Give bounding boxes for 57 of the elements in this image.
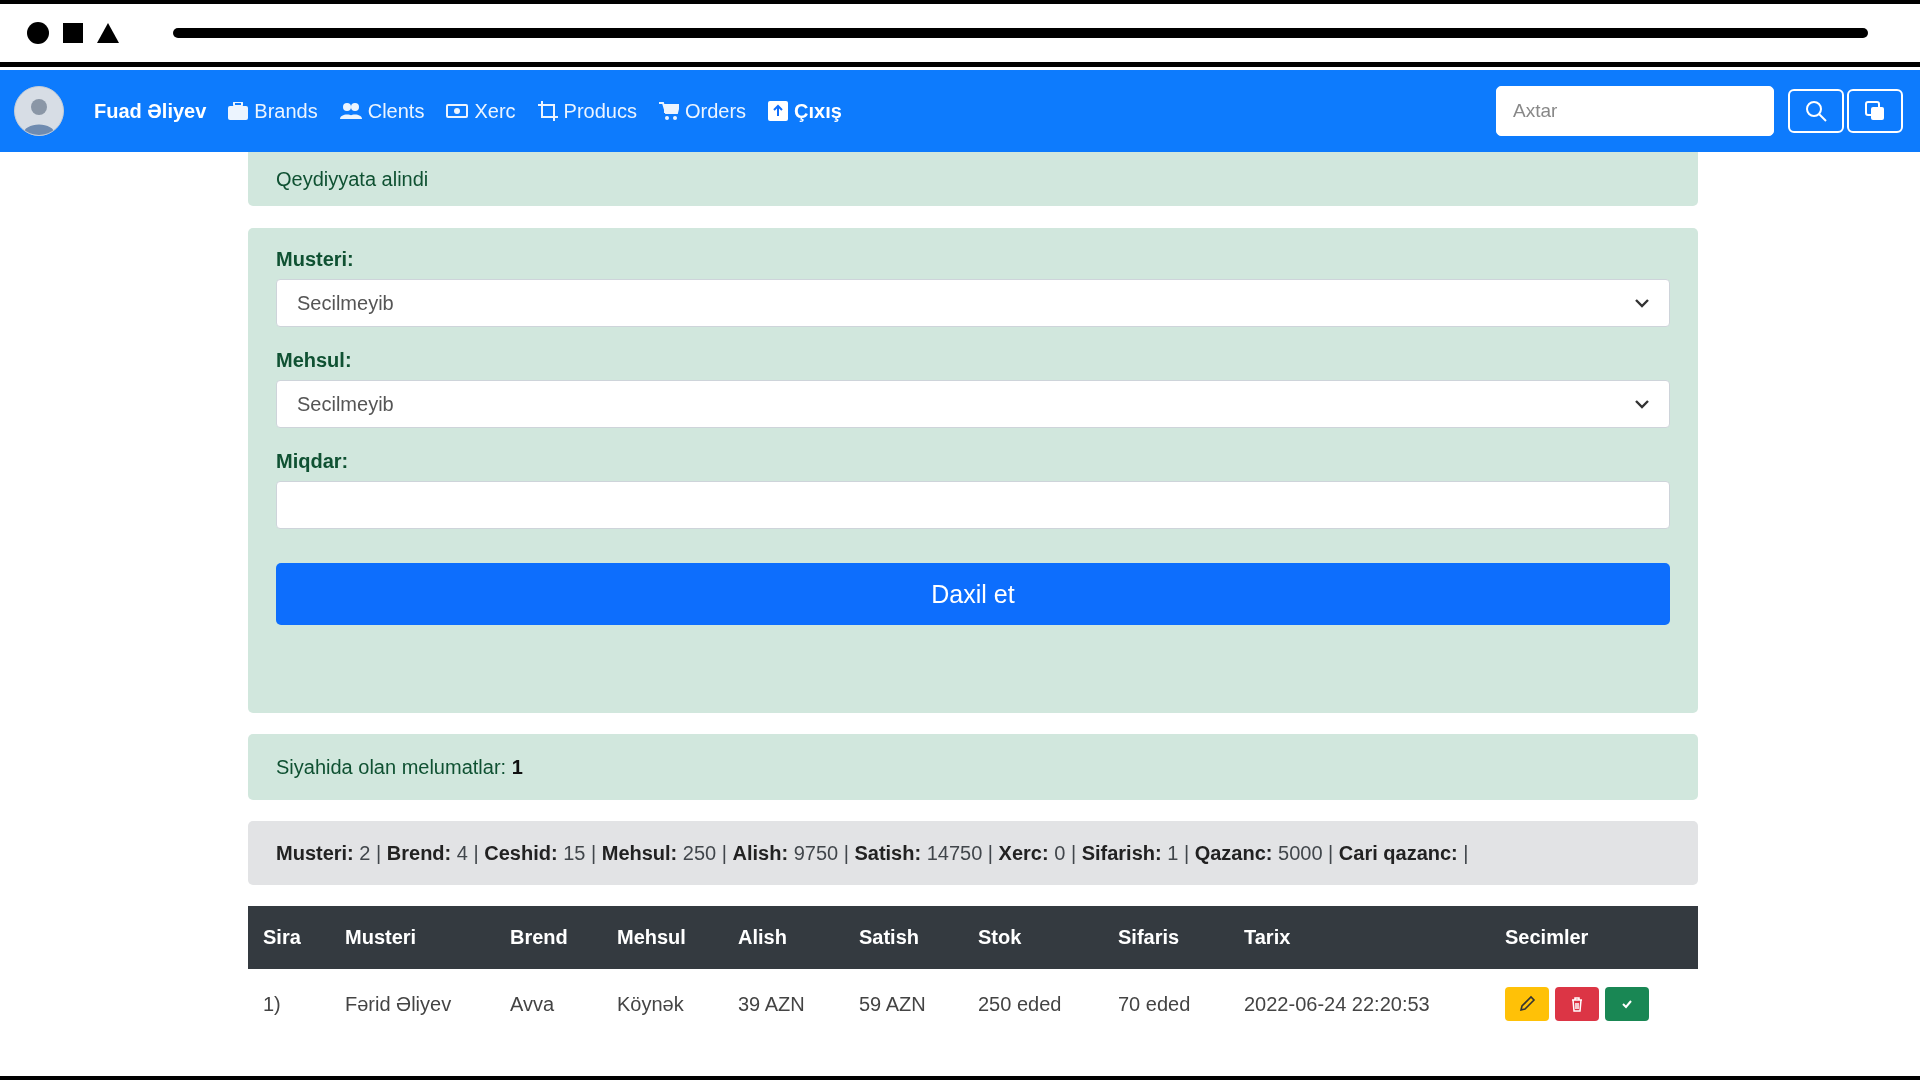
column-header: Satish bbox=[844, 906, 963, 969]
table-cell: 1) bbox=[248, 969, 330, 1039]
table-cell: Avva bbox=[495, 969, 602, 1039]
table-cell: 59 AZN bbox=[844, 969, 963, 1039]
search-button[interactable] bbox=[1788, 89, 1844, 133]
copy-icon bbox=[1864, 100, 1886, 122]
field-label: Miqdar: bbox=[276, 450, 350, 473]
field-label: Musteri: bbox=[276, 248, 355, 271]
upload-box-icon bbox=[768, 101, 789, 121]
field-label: Mehsul: bbox=[276, 349, 353, 372]
submit-button[interactable]: Daxil et bbox=[276, 563, 1670, 625]
select-field[interactable]: Secilmeyib bbox=[276, 279, 1670, 327]
copy-button[interactable] bbox=[1847, 89, 1903, 133]
table-cell: 2022-06-24 22:20:53 bbox=[1229, 969, 1490, 1039]
select-field[interactable]: Secilmeyib bbox=[276, 380, 1670, 428]
nav-link[interactable]: Producs bbox=[537, 99, 637, 123]
briefcase-icon bbox=[228, 102, 249, 120]
edit-button[interactable] bbox=[1505, 987, 1549, 1021]
chevron-icon bbox=[1635, 298, 1649, 308]
table-cell: 250 eded bbox=[963, 969, 1103, 1039]
chevron-icon bbox=[1635, 399, 1649, 409]
input-field[interactable] bbox=[276, 481, 1670, 529]
cart-icon bbox=[658, 101, 679, 121]
column-header: Sira bbox=[248, 906, 330, 969]
square-icon bbox=[63, 23, 83, 43]
column-header: Alish bbox=[723, 906, 844, 969]
success-alert: Qeydiyyata alindi bbox=[248, 152, 1698, 206]
crop-icon bbox=[537, 101, 558, 121]
avatar-icon bbox=[14, 86, 64, 136]
nav-link[interactable]: Orders bbox=[658, 99, 747, 123]
search-icon bbox=[1805, 100, 1827, 122]
column-header: Stok bbox=[963, 906, 1103, 969]
people-icon bbox=[339, 103, 362, 119]
pencil-icon bbox=[1518, 995, 1536, 1013]
count-alert: Siyahida olan melumatlar: 1 bbox=[248, 734, 1698, 800]
table-cell: 39 AZN bbox=[723, 969, 844, 1039]
nav-link[interactable]: Brands bbox=[228, 99, 318, 123]
column-header: Mehsul bbox=[602, 906, 723, 969]
nav-link[interactable]: Xerc bbox=[446, 99, 516, 123]
triangle-icon bbox=[97, 23, 119, 43]
column-header: Secimler bbox=[1490, 906, 1698, 969]
confirm-button[interactable] bbox=[1605, 987, 1649, 1021]
table-cell: Fərid Əliyev bbox=[330, 969, 495, 1039]
user-name[interactable]: Fuad Əliyev bbox=[94, 99, 207, 123]
stats-bar: Musteri: 2 | Brend: 4 | Ceshid: 15 | Mehsul: 250 | Alish: 9750 | Satish: 14750 | Xerc: 0 | Sifarish: 1 | Qazanc: 5000 | Cari qazanc: | bbox=[248, 821, 1698, 885]
nav-link[interactable]: Clents bbox=[339, 99, 425, 123]
table-cell: 70 eded bbox=[1103, 969, 1229, 1039]
column-header: Tarix bbox=[1229, 906, 1490, 969]
column-header: Musteri bbox=[330, 906, 495, 969]
banknote-icon bbox=[446, 104, 469, 118]
nav-link[interactable]: Çıxış bbox=[768, 99, 842, 123]
search-field[interactable]: Axtar bbox=[1496, 86, 1774, 136]
column-header: Sifaris bbox=[1103, 906, 1229, 969]
column-header: Brend bbox=[495, 906, 602, 969]
delete-button[interactable] bbox=[1555, 987, 1599, 1021]
table-cell: Köynək bbox=[602, 969, 723, 1039]
circle-icon bbox=[27, 22, 49, 44]
